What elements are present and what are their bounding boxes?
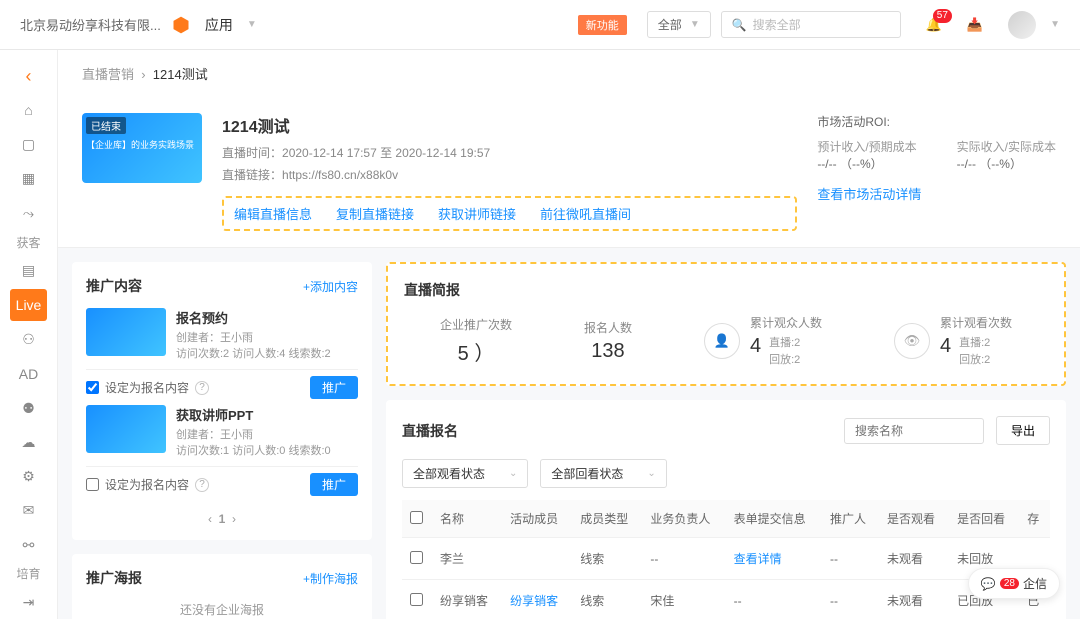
chat-icon: 💬: [981, 577, 996, 591]
set-signup-checkbox[interactable]: 设定为报名内容 ?: [86, 476, 209, 493]
table-row: 李兰线索 --查看详情-- 未观看未回放: [402, 538, 1050, 580]
poster-card: 推广海报 +制作海报 还没有企业海报 您可以参考以下海报场景示例，创建您的企业海…: [72, 554, 372, 619]
notification-icon[interactable]: 🔔57: [926, 17, 942, 33]
side-list[interactable]: ▤: [0, 255, 57, 287]
copy-link[interactable]: 复制直播链接: [336, 204, 414, 223]
detail-header: 已结束 【企业库】的业务实践场景 1214测试 直播时间：2020-12-14 …: [58, 97, 1080, 248]
sidebar: ‹ ⌂ ▢ ▦ ⤳ 获客 ▤ Live ⚇ AD ⚉ ☁ ⚙ ✉ ⚯ 培育 ⇥: [0, 50, 58, 619]
col-header[interactable]: 是否观看: [879, 500, 949, 538]
search-icon: 🔍: [732, 18, 747, 32]
side-group-acquire: 获客: [0, 231, 57, 253]
pager: ‹ 1 ›: [86, 512, 358, 526]
reg-search[interactable]: [844, 418, 984, 444]
status-badge: 已结束: [86, 117, 126, 134]
app-icon: [171, 15, 191, 35]
topbar: 北京易动纷享科技有限... 应用 ▼ 新功能 全部▼ 🔍搜索全部 🔔57 📥 ▼: [0, 0, 1080, 50]
audience-icon: 👤: [704, 323, 740, 359]
row-checkbox[interactable]: [410, 551, 423, 564]
add-content-link[interactable]: +添加内容: [303, 278, 358, 295]
side-group-nurture: 培育: [0, 563, 57, 585]
promo-thumb: [86, 405, 166, 453]
reg-title: 直播报名: [402, 421, 832, 441]
crumb-current: 1214测试: [153, 67, 208, 82]
replay-filter[interactable]: 全部回看状态⌄: [540, 459, 666, 488]
roi-detail-link[interactable]: 查看市场活动详情: [817, 184, 1056, 203]
promo-thumb: [86, 308, 166, 356]
side-live[interactable]: Live: [10, 289, 47, 321]
promote-button[interactable]: 推广: [310, 376, 358, 399]
side-path[interactable]: ⤳: [0, 197, 57, 229]
global-search[interactable]: 🔍搜索全部: [721, 11, 901, 38]
float-chat[interactable]: 💬 28 企信: [968, 568, 1060, 599]
side-home[interactable]: ⌂: [0, 94, 57, 126]
side-mail[interactable]: ✉: [0, 495, 57, 527]
poster-title: 推广海报: [86, 568, 142, 588]
col-header[interactable]: 推广人: [822, 500, 879, 538]
side-wechat[interactable]: ☁: [0, 426, 57, 458]
promo-name: 报名预约: [176, 308, 358, 327]
col-header[interactable]: 是否回看: [949, 500, 1019, 538]
col-header[interactable]: 成员类型: [572, 500, 642, 538]
scope-select[interactable]: 全部▼: [647, 11, 711, 38]
help-icon[interactable]: ?: [195, 478, 209, 492]
registration-card: 直播报名 导出 全部观看状态⌄ 全部回看状态⌄ 名称活动成员成员类型业务负责人表…: [386, 400, 1066, 619]
make-poster-link[interactable]: +制作海报: [303, 570, 358, 587]
chevron-down-icon[interactable]: ▼: [1050, 19, 1060, 30]
col-header[interactable]: 业务负责人: [642, 500, 725, 538]
help-icon[interactable]: ?: [195, 381, 209, 395]
select-all[interactable]: [410, 511, 423, 524]
watch-filter[interactable]: 全部观看状态⌄: [402, 459, 528, 488]
edit-link[interactable]: 编辑直播信息: [234, 204, 312, 223]
promo-name: 获取讲师PPT: [176, 405, 358, 424]
chevron-down-icon[interactable]: ▼: [247, 19, 257, 30]
live-title: 1214测试: [222, 113, 797, 137]
promo-title: 推广内容: [86, 276, 142, 296]
breadcrumb: 直播营销 › 1214测试: [58, 50, 1080, 97]
side-gear[interactable]: ⚙: [0, 460, 57, 492]
promo-card: 推广内容 +添加内容 报名预约 创建者：王小雨 访问次数:2 访问人数:4 线索…: [72, 262, 372, 540]
table-row: 纷享销客纷享销客线索 宋佳---- 未观看已回放已: [402, 580, 1050, 619]
set-signup-checkbox[interactable]: 设定为报名内容 ?: [86, 379, 209, 396]
side-calendar[interactable]: ▦: [0, 163, 57, 195]
col-header[interactable]: 活动成员: [502, 500, 572, 538]
brief-card: 直播简报 企业推广次数5 ） 报名人数138 👤 累计观众人数 4直播:2回放:…: [386, 262, 1066, 386]
inbox-icon[interactable]: 📥: [967, 17, 983, 33]
lecturer-link[interactable]: 获取讲师链接: [438, 204, 516, 223]
side-ad[interactable]: AD: [0, 358, 57, 390]
side-more[interactable]: ⇥: [0, 587, 57, 619]
promote-button[interactable]: 推广: [310, 473, 358, 496]
back-button[interactable]: ‹: [0, 60, 57, 92]
org-name: 北京易动纷享科技有限...: [20, 15, 161, 34]
roi-panel: 市场活动ROI: 预计收入/预期成本--/-- （--%） 实际收入/实际成本-…: [817, 113, 1056, 231]
user-avatar[interactable]: [1008, 11, 1036, 39]
views-icon: 👁: [894, 323, 930, 359]
col-header[interactable]: 存: [1019, 500, 1050, 538]
member-link[interactable]: 纷享销客: [510, 594, 558, 608]
new-tag[interactable]: 新功能: [578, 15, 627, 35]
reg-table: 名称活动成员成员类型业务负责人表单提交信息推广人是否观看是否回看存 李兰线索 -…: [402, 500, 1050, 619]
goto-room-link[interactable]: 前往微吼直播间: [540, 204, 631, 223]
view-detail-link[interactable]: 查看详情: [734, 552, 782, 566]
export-button[interactable]: 导出: [996, 416, 1050, 445]
side-org[interactable]: ⚯: [0, 529, 57, 561]
side-video[interactable]: ▢: [0, 129, 57, 161]
col-header[interactable]: 名称: [432, 500, 502, 538]
side-users[interactable]: ⚇: [0, 323, 57, 355]
side-people[interactable]: ⚉: [0, 392, 57, 424]
action-bar: 编辑直播信息 复制直播链接 获取讲师链接 前往微吼直播间: [222, 196, 797, 231]
crumb-parent[interactable]: 直播营销: [82, 67, 134, 82]
app-label[interactable]: 应用: [205, 15, 233, 35]
live-thumbnail: 已结束 【企业库】的业务实践场景: [82, 113, 202, 183]
col-header[interactable]: 表单提交信息: [726, 500, 822, 538]
row-checkbox[interactable]: [410, 593, 423, 606]
brief-title: 直播简报: [404, 280, 1048, 300]
